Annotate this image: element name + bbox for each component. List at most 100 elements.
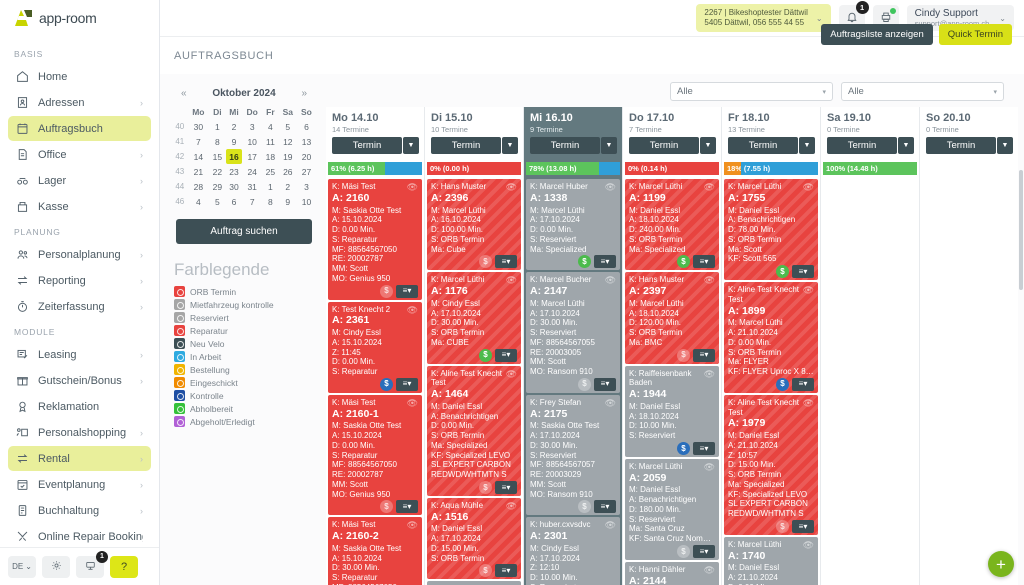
appointment-card[interactable]: 👁 K: Raiffeisenbank Baden A: 1944 M: Daniel… xyxy=(625,365,719,457)
calendar-day-cell[interactable]: 9 xyxy=(226,134,243,149)
quick-appointment-button[interactable]: Quick Termin xyxy=(938,24,1012,45)
calendar-day-cell[interactable]: 6 xyxy=(297,119,316,134)
eye-icon[interactable]: 👁 xyxy=(704,275,715,286)
calendar-day-cell[interactable]: 1 xyxy=(209,119,226,134)
calendar-day-cell[interactable]: 5 xyxy=(209,194,226,209)
calendar-day-cell[interactable]: 2 xyxy=(279,179,297,194)
appointment-dropdown-button[interactable]: ▼ xyxy=(502,137,518,154)
appointment-card[interactable]: 👁 K: Hans Muster A: 2397 M: Marcel Lüthi A: … xyxy=(625,272,719,364)
calendar-day-cell[interactable]: 20 xyxy=(297,149,316,164)
show-order-list-button[interactable]: Auftragsliste anzeigen xyxy=(821,24,933,45)
card-menu-button[interactable]: ≡▾ xyxy=(495,255,517,269)
sidebar-item-auftragsbuch[interactable]: Auftragsbuch xyxy=(8,116,151,141)
calendar-day-cell[interactable]: 3 xyxy=(242,119,262,134)
appointment-card[interactable]: 👁 K: Marcel Lüthi A: 1755 M: Daniel Essl A: … xyxy=(724,179,818,281)
eye-icon[interactable]: 👁 xyxy=(506,501,517,512)
calendar-day-cell[interactable]: 4 xyxy=(262,119,279,134)
sidebar-item-personalshopping[interactable]: Personalshopping › xyxy=(8,420,151,445)
appointment-card[interactable]: 👁 K: Marcel Huber A: 1338 M: Marcel Lüthi A:… xyxy=(526,179,620,271)
payment-status-icon[interactable]: $ xyxy=(776,519,789,533)
appointment-card[interactable]: 👁 K: huber.cxvsdvc A: 2301 M: Cindy Essl A: … xyxy=(526,517,620,585)
add-button[interactable]: + xyxy=(988,551,1014,577)
calendar-day-cell[interactable]: 29 xyxy=(209,179,226,194)
new-appointment-button[interactable]: Termin xyxy=(728,137,798,154)
new-appointment-button[interactable]: Termin xyxy=(827,137,897,154)
calendar-day-cell[interactable]: 7 xyxy=(188,134,210,149)
appointment-card[interactable]: 👁 K: Aqua Mühle A: 1516 M: Daniel Essl A: 17… xyxy=(427,497,521,580)
new-appointment-button[interactable]: Termin xyxy=(530,137,600,154)
calendar-day-cell[interactable]: 22 xyxy=(209,164,226,179)
sidebar-item-online-repair-booking[interactable]: Online Repair Booking xyxy=(8,524,151,547)
sidebar-item-office[interactable]: Office › xyxy=(8,142,151,167)
eye-icon[interactable]: 👁 xyxy=(704,565,715,576)
calendar-day-cell[interactable]: 15 xyxy=(209,149,226,164)
payment-status-icon[interactable]: $ xyxy=(380,377,393,391)
sidebar-item-rental[interactable]: Rental › xyxy=(8,446,151,471)
card-menu-button[interactable]: ≡▾ xyxy=(594,377,616,391)
sidebar-item-reporting[interactable]: Reporting › xyxy=(8,268,151,293)
payment-status-icon[interactable]: $ xyxy=(479,564,492,578)
calendar-prev-button[interactable]: « xyxy=(178,88,190,99)
eye-icon[interactable]: 👁 xyxy=(605,275,616,286)
calendar-day-cell[interactable]: 25 xyxy=(262,164,279,179)
calendar-day-cell[interactable]: 14 xyxy=(188,149,210,164)
calendar-day-cell[interactable]: 6 xyxy=(226,194,243,209)
eye-icon[interactable]: 👁 xyxy=(704,182,715,193)
sidebar-item-zeiterfassung[interactable]: Zeiterfassung › xyxy=(8,294,151,319)
calendar-day-cell[interactable]: 21 xyxy=(188,164,210,179)
help-button[interactable]: ? xyxy=(110,555,138,578)
eye-icon[interactable]: 👁 xyxy=(803,182,814,193)
calendar-day-cell[interactable]: 30 xyxy=(188,119,210,134)
sidebar-item-lager[interactable]: Lager › xyxy=(8,168,151,193)
card-menu-button[interactable]: ≡▾ xyxy=(495,480,517,494)
eye-icon[interactable]: 👁 xyxy=(803,540,814,551)
eye-icon[interactable]: 👁 xyxy=(704,462,715,473)
eye-icon[interactable]: 👁 xyxy=(704,369,715,380)
eye-icon[interactable]: 👁 xyxy=(407,398,418,409)
payment-status-icon[interactable]: $ xyxy=(677,441,690,455)
card-menu-button[interactable]: ≡▾ xyxy=(594,255,616,269)
calendar-day-cell[interactable]: 31 xyxy=(242,179,262,194)
card-menu-button[interactable]: ≡▾ xyxy=(495,564,517,578)
calendar-day-cell[interactable]: 28 xyxy=(188,179,210,194)
appointment-card[interactable]: 👁K: Hanni DählerA: 2144M: Daniel EsslA: … xyxy=(625,561,719,585)
brand[interactable]: app-room xyxy=(0,0,159,36)
card-menu-button[interactable]: ≡▾ xyxy=(693,348,715,362)
eye-icon[interactable]: 👁 xyxy=(803,398,814,409)
appointment-card[interactable]: 👁 K: Marcel Lüthi A: 1740 M: Daniel Essl A: … xyxy=(724,536,818,585)
sidebar-item-eventplanung[interactable]: Eventplanung › xyxy=(8,472,151,497)
calendar-day-cell[interactable]: 18 xyxy=(262,149,279,164)
card-menu-button[interactable]: ≡▾ xyxy=(792,519,814,533)
card-menu-button[interactable]: ≡▾ xyxy=(792,377,814,391)
sidebar-item-home[interactable]: Home xyxy=(8,64,151,89)
card-menu-button[interactable]: ≡▾ xyxy=(693,255,715,269)
appointment-card[interactable]: 👁 K: Mäsi Test A: 2160 M: Saskia Otte Test A… xyxy=(328,179,422,300)
calendar-day-cell[interactable]: 8 xyxy=(262,194,279,209)
payment-status-icon[interactable]: $ xyxy=(677,255,690,269)
appointment-card[interactable]: 👁 K: Frey Stefan A: 2175 M: Saskia Otte Tes… xyxy=(526,394,620,516)
sidebar-item-leasing[interactable]: Leasing › xyxy=(8,342,151,367)
payment-status-icon[interactable]: $ xyxy=(479,255,492,269)
payment-status-icon[interactable]: $ xyxy=(578,255,591,269)
calendar-day-cell[interactable]: 10 xyxy=(242,134,262,149)
payment-status-icon[interactable]: $ xyxy=(776,265,789,279)
sidebar-item-adressen[interactable]: Adressen › xyxy=(8,90,151,115)
eye-icon[interactable]: 👁 xyxy=(605,520,616,531)
payment-status-icon[interactable]: $ xyxy=(578,377,591,391)
calendar-day-cell[interactable]: 27 xyxy=(297,164,316,179)
calendar-day-cell[interactable]: 13 xyxy=(297,134,316,149)
calendar-day-cell[interactable]: 5 xyxy=(279,119,297,134)
appointment-dropdown-button[interactable]: ▼ xyxy=(898,137,914,154)
appointment-dropdown-button[interactable]: ▼ xyxy=(700,137,716,154)
eye-icon[interactable]: 👁 xyxy=(605,398,616,409)
payment-status-icon[interactable]: $ xyxy=(479,480,492,494)
payment-status-icon[interactable]: $ xyxy=(380,284,393,298)
appointment-dropdown-button[interactable]: ▼ xyxy=(403,137,419,154)
new-appointment-button[interactable]: Termin xyxy=(431,137,501,154)
eye-icon[interactable]: 👁 xyxy=(407,182,418,193)
card-menu-button[interactable]: ≡▾ xyxy=(693,544,715,558)
calendar-day-cell[interactable]: 11 xyxy=(262,134,279,149)
calendar-day-cell[interactable]: 9 xyxy=(279,194,297,209)
calendar-day-cell[interactable]: 10 xyxy=(297,194,316,209)
card-menu-button[interactable]: ≡▾ xyxy=(396,500,418,514)
